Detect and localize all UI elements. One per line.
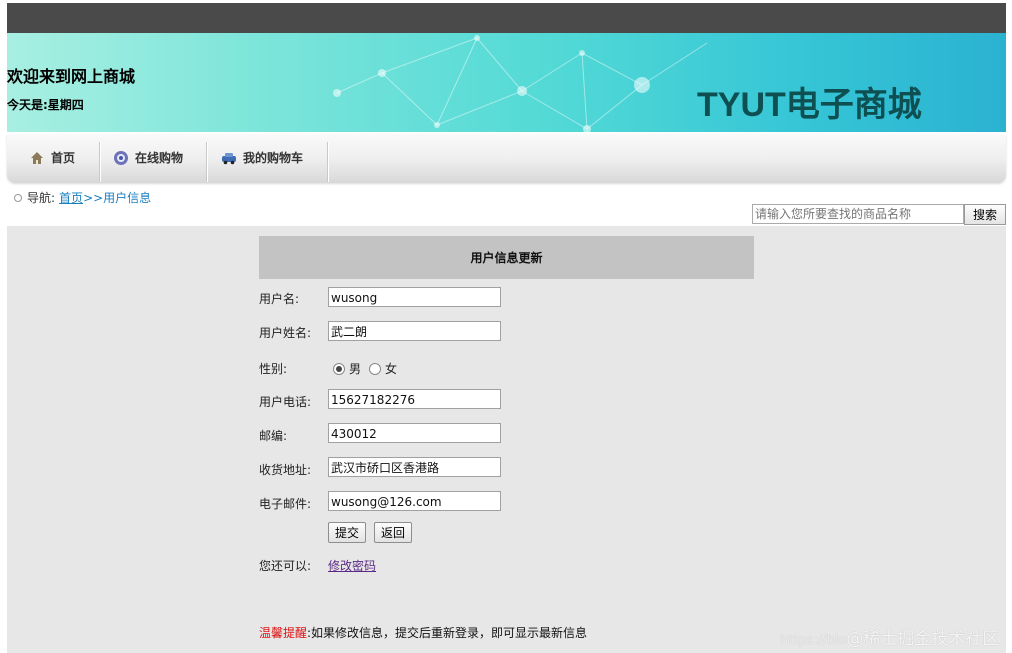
top-strip [7, 3, 1006, 33]
address-label: 收货地址: [259, 463, 312, 477]
phone-field[interactable] [328, 389, 501, 409]
breadcrumb-prefix: 导航: [27, 191, 56, 205]
watermark: https://blo@稀土掘金技术社区 [780, 624, 999, 649]
realname-label: 用户姓名: [259, 326, 312, 340]
tip-label: 温馨提醒 [259, 626, 308, 640]
nav-item-home[interactable]: 首页 [29, 134, 75, 181]
car-icon [221, 150, 237, 166]
browser-icon [113, 150, 129, 166]
watermark-text: @稀土掘金技术社区 [846, 629, 1000, 649]
submit-button[interactable]: 提交 [328, 522, 367, 543]
zip-field[interactable] [328, 423, 501, 443]
username-label: 用户名: [259, 292, 300, 306]
main-content: 用户信息更新 用户名: 用户姓名: 性别: 男 女 用户电话: 邮编: 收货地址… [7, 226, 1006, 653]
gender-radio-female[interactable]: 女 [369, 360, 397, 377]
change-password-link[interactable]: 修改密码 [328, 557, 376, 574]
username-field[interactable] [328, 287, 501, 307]
bullet-icon [14, 193, 22, 202]
form-title: 用户信息更新 [259, 236, 754, 279]
email-label: 电子邮件: [259, 497, 312, 511]
search-input[interactable] [752, 204, 964, 224]
nav-item-label: 在线购物 [135, 151, 184, 165]
more-options-label: 您还可以: [259, 559, 312, 573]
breadcrumb-home-link[interactable]: 首页 [59, 189, 83, 206]
nav-item-shopping[interactable]: 在线购物 [113, 134, 183, 181]
breadcrumb-current: >>用户信息 [83, 191, 152, 205]
banner: 欢迎来到网上商城 今天是:星期四 TYUT电子商城 [7, 33, 1006, 132]
gender-option-label: 男 [349, 362, 362, 376]
page: 欢迎来到网上商城 今天是:星期四 TYUT电子商城 首页 在线购物 我的购物车 … [0, 0, 1012, 653]
back-button[interactable]: 返回 [374, 522, 413, 543]
email-field[interactable] [328, 491, 501, 511]
nav-separator [206, 142, 207, 182]
phone-label: 用户电话: [259, 395, 312, 409]
nav-separator [327, 142, 328, 182]
nav-separator [99, 142, 100, 182]
gender-radio-male[interactable]: 男 [333, 360, 361, 377]
gender-option-label: 女 [385, 362, 398, 376]
realname-field[interactable] [328, 321, 501, 341]
watermark-url: https://blo [780, 633, 847, 648]
gender-label: 性别: [259, 362, 288, 376]
zip-label: 邮编: [259, 429, 288, 443]
address-field[interactable] [328, 457, 501, 477]
welcome-text: 欢迎来到网上商城 [7, 67, 136, 86]
radio-unchecked-icon [369, 362, 381, 375]
breadcrumb: 导航: 首页 >>用户信息 [14, 189, 151, 206]
search-button[interactable]: 搜索 [964, 204, 1006, 225]
nav-item-label: 我的购物车 [243, 151, 304, 165]
tip-text: :如果修改信息，提交后重新登录，即可显示最新信息 [307, 626, 588, 640]
nav-bar: 首页 在线购物 我的购物车 [7, 134, 1006, 183]
radio-checked-icon [333, 362, 345, 375]
tip-message: 温馨提醒:如果修改信息，提交后重新登录，即可显示最新信息 [259, 624, 587, 641]
nav-item-label: 首页 [51, 151, 76, 165]
home-icon [29, 150, 45, 166]
nav-item-cart[interactable]: 我的购物车 [221, 134, 303, 181]
today-text: 今天是:星期四 [7, 98, 84, 112]
site-brand: TYUT电子商城 [697, 86, 922, 124]
